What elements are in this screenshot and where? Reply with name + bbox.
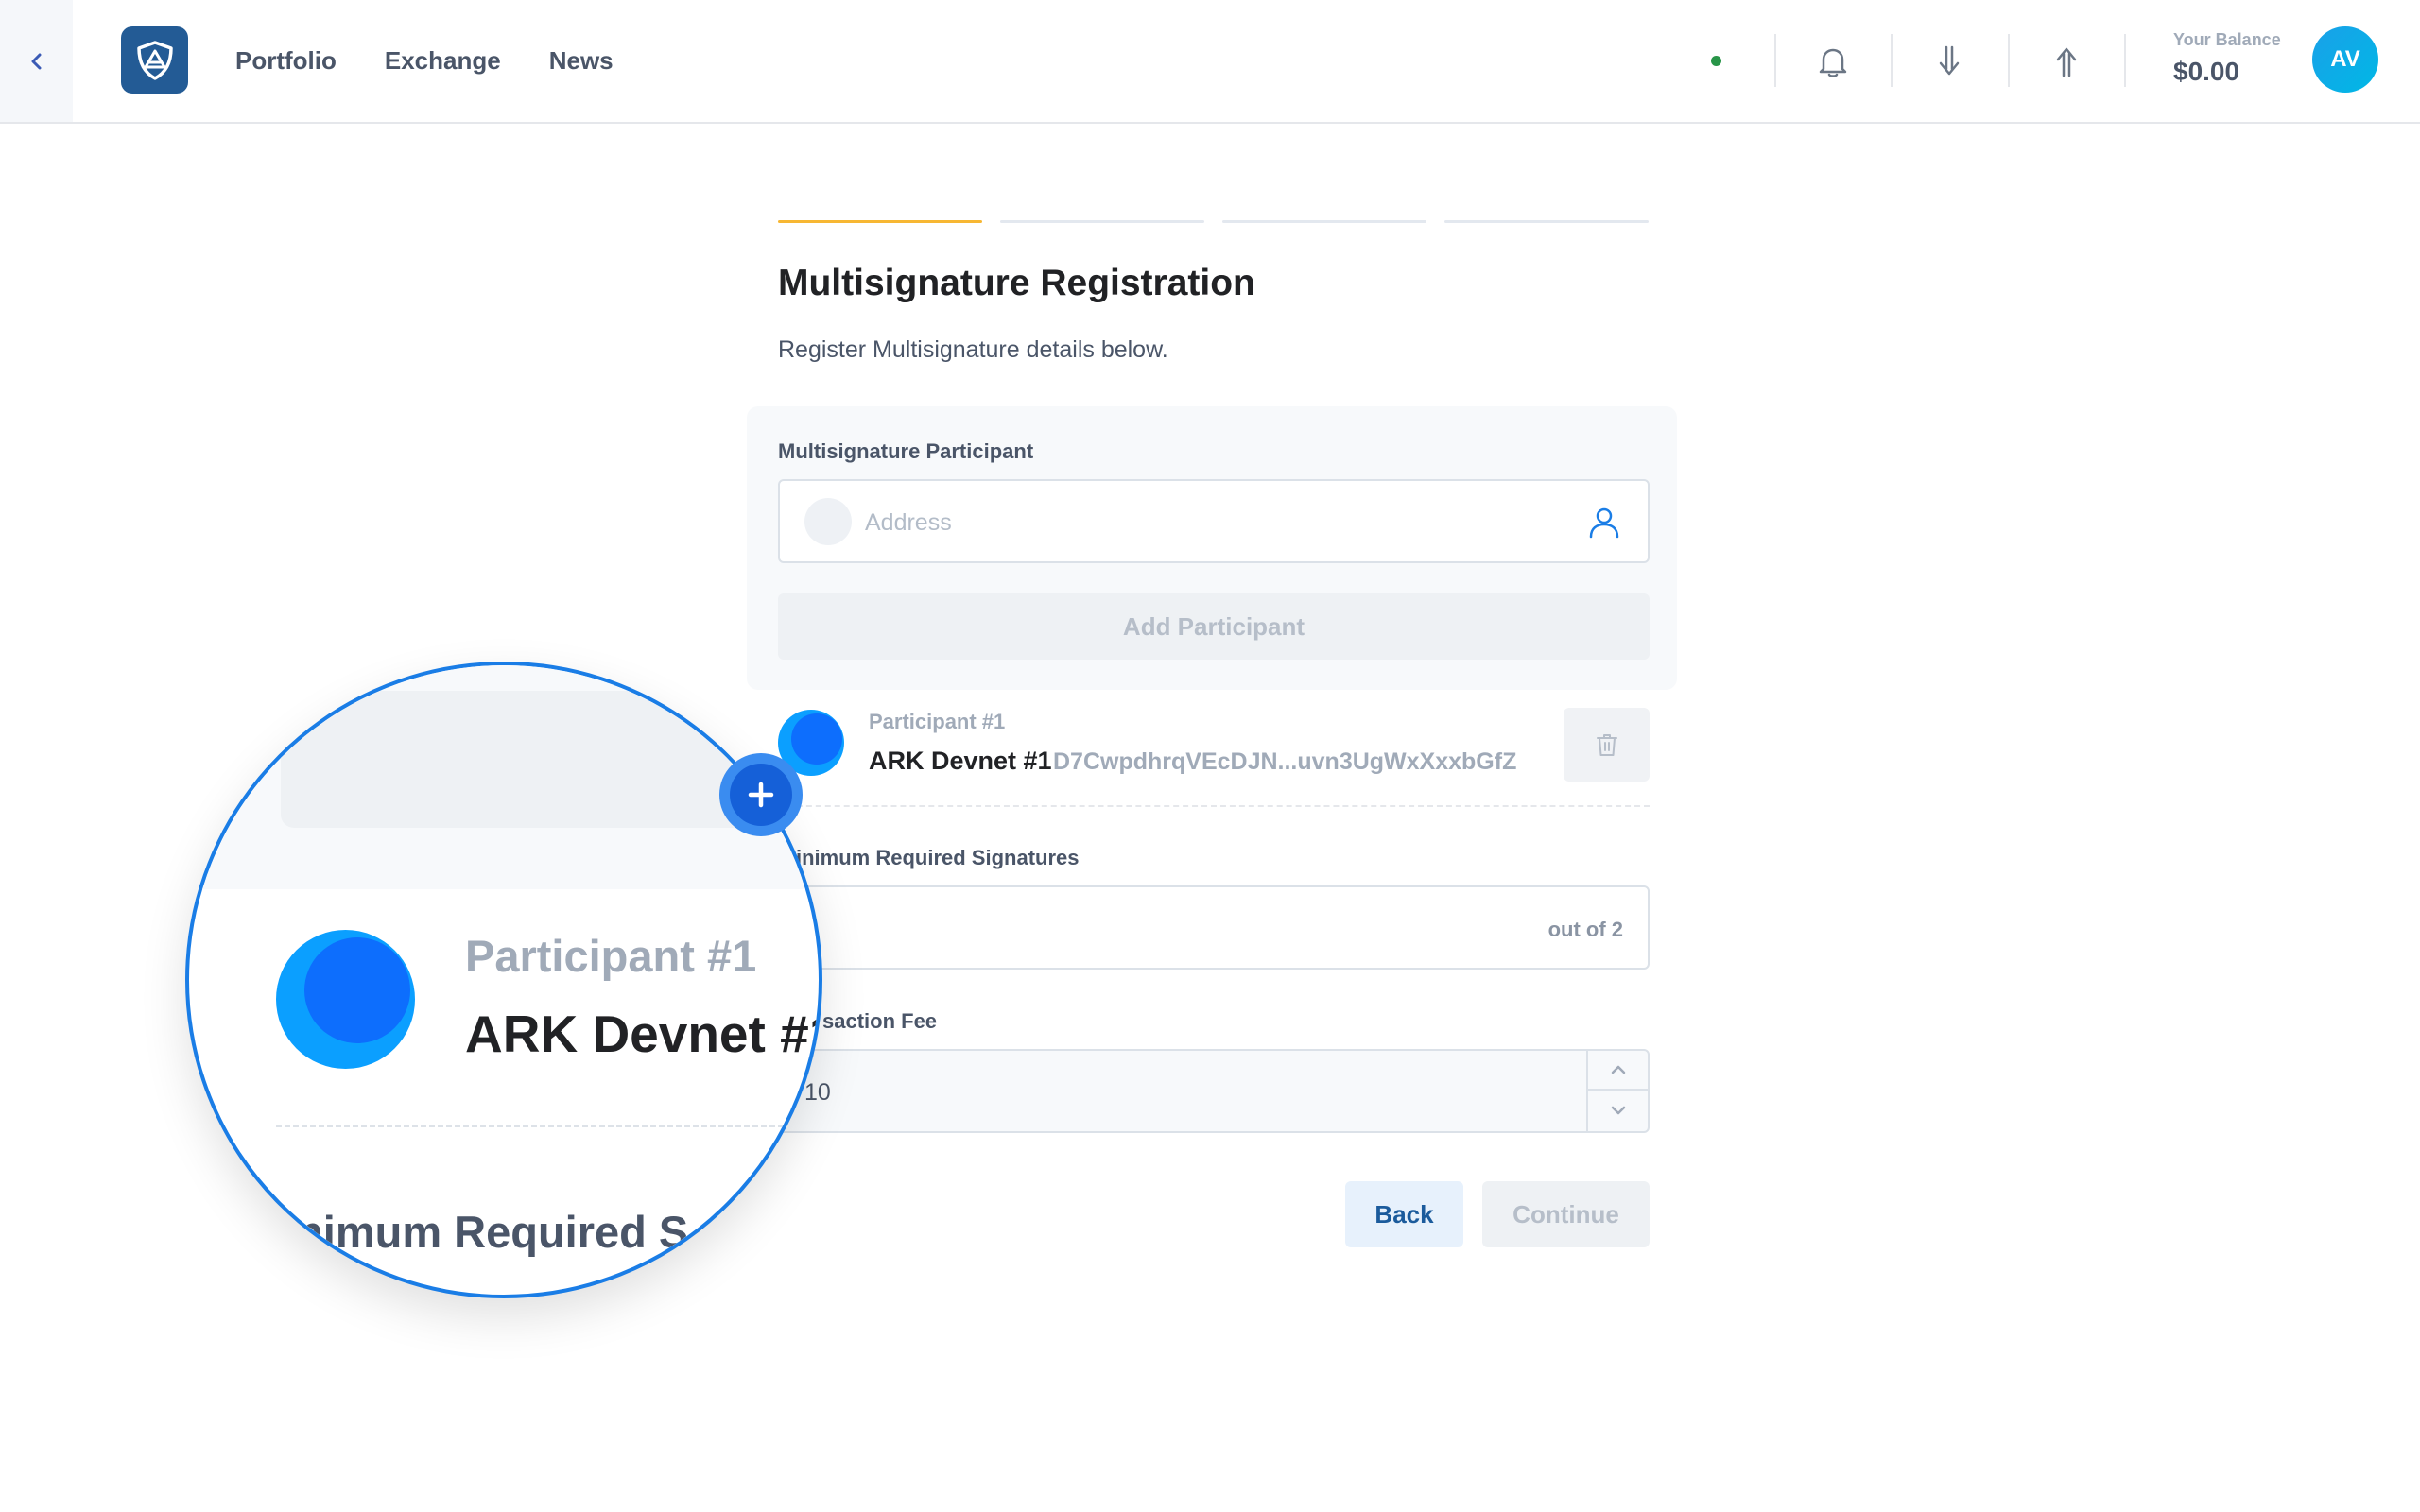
chevron-up-icon [1611, 1065, 1625, 1074]
address-input[interactable]: Address [778, 479, 1650, 563]
trash-icon [1596, 734, 1617, 756]
separator [1891, 34, 1893, 87]
transaction-fee-label: saction Fee [822, 1009, 938, 1033]
main-nav: Portfolio Exchange News [235, 0, 662, 122]
step-2 [1000, 220, 1204, 223]
add-participant-button[interactable]: Add Participant [778, 593, 1650, 660]
zoom-plus-badge [719, 753, 803, 836]
network-status-dot [1711, 56, 1721, 66]
separator [1774, 34, 1776, 87]
participant-index: Participant #1 [869, 710, 1006, 733]
nav-exchange[interactable]: Exchange [385, 46, 501, 76]
arrow-down-icon [1939, 45, 1960, 76]
magnifier-overlay: Participant #1 ARK Devnet #1 inimum Requ… [185, 662, 822, 1298]
min-signatures-suffix: out of 2 [1547, 918, 1623, 941]
nav-news[interactable]: News [549, 46, 614, 76]
top-navigation-bar: Portfolio Exchange News Your Balance $0.… [0, 0, 2420, 124]
arrow-up-icon [2056, 47, 2077, 77]
participant-name: ARK Devnet #1 [869, 747, 1052, 775]
page-description: Register Multisignature details below. [778, 336, 1168, 363]
magnified-signatures-label: inimum Required S [284, 1207, 689, 1257]
fee-stepper [1586, 1051, 1648, 1131]
notifications-button[interactable] [1809, 38, 1857, 85]
separator [2124, 34, 2126, 87]
magnified-divider [276, 1125, 819, 1127]
continue-button[interactable]: Continue [1482, 1181, 1650, 1247]
contact-user-icon[interactable] [1585, 504, 1623, 541]
remove-participant-button[interactable] [1564, 708, 1650, 782]
fee-increment-button[interactable] [1588, 1051, 1648, 1091]
back-button[interactable]: Back [1345, 1181, 1463, 1247]
balance-label: Your Balance [2173, 30, 2281, 49]
chevron-left-icon [31, 53, 41, 69]
address-placeholder: Address [865, 509, 952, 536]
profile-avatar[interactable]: AV [2312, 26, 2378, 93]
zoom-plus-inner [730, 764, 792, 826]
bell-icon [1819, 48, 1847, 77]
receive-button[interactable] [1926, 38, 1973, 85]
chevron-down-icon [1611, 1106, 1625, 1115]
step-1 [778, 220, 982, 223]
fee-decrement-button[interactable] [1588, 1091, 1648, 1130]
step-4 [1444, 220, 1649, 223]
ark-shield-icon [136, 40, 173, 80]
separator [2008, 34, 2010, 87]
ark-logo[interactable] [121, 26, 188, 94]
magnified-participant-name: ARK Devnet #1 [465, 1005, 822, 1063]
back-chevron-button[interactable] [0, 0, 73, 122]
magnified-participant-avatar [276, 930, 415, 1069]
app-root: Portfolio Exchange News Your Balance $0.… [0, 0, 2420, 1512]
step-3 [1222, 220, 1426, 223]
participant-divider [778, 805, 1650, 807]
send-button[interactable] [2043, 38, 2090, 85]
page-title: Multisignature Registration [778, 263, 1255, 303]
transaction-fee-input[interactable]: 10 [778, 1049, 1650, 1133]
participant-address: D7CwpdhrqVEcDJN...uvn3UgWxXxxbGfZ [1053, 748, 1517, 775]
min-signatures-input[interactable]: out of 2 [778, 885, 1650, 970]
fee-value: 10 [804, 1079, 831, 1106]
balance-value: $0.00 [2173, 57, 2240, 86]
address-avatar-placeholder [804, 498, 852, 545]
min-signatures-label: inimum Required Signatures [796, 846, 1080, 869]
plus-icon [748, 782, 774, 808]
nav-portfolio[interactable]: Portfolio [235, 46, 337, 76]
magnified-participant-index: Participant #1 [465, 931, 757, 981]
participant-label: Multisignature Participant [778, 439, 1034, 463]
